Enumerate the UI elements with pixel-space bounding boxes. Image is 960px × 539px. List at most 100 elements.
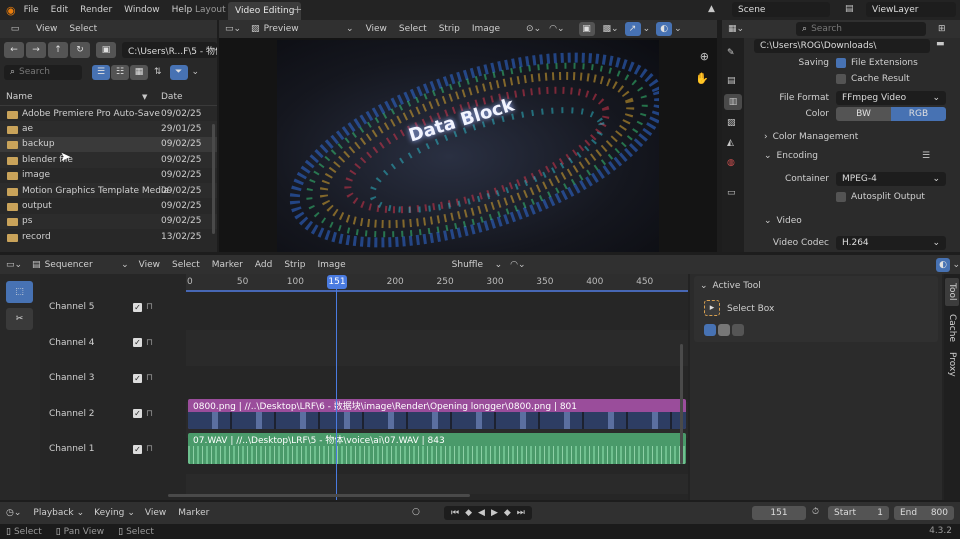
view-layer-tab-icon[interactable]: ▨	[727, 118, 736, 128]
tab-proxy[interactable]: Proxy	[945, 348, 959, 382]
scene-selector[interactable]: Scene	[732, 2, 830, 17]
properties-search-input[interactable]: ⌕ Search	[796, 22, 927, 36]
channel-lock-icon[interactable]: ⊓	[146, 302, 153, 312]
playback-menu[interactable]: Playback ⌄	[33, 508, 84, 518]
scene-icon[interactable]: ▲	[708, 4, 715, 14]
menu-file[interactable]: File	[24, 5, 39, 15]
file-list-item[interactable]: ps 09/02/25	[0, 213, 217, 230]
color-bw-button[interactable]: BW	[836, 107, 891, 121]
channel-lock-icon[interactable]: ⊓	[146, 338, 153, 348]
pan-hand-icon[interactable]: ✋	[695, 72, 709, 85]
record-icon[interactable]: ○	[412, 507, 420, 517]
channel-lock-icon[interactable]: ⊓	[146, 444, 153, 454]
seq-mode-icon[interactable]: ▤	[32, 260, 41, 270]
tool-tab-icon[interactable]: ✎	[727, 48, 735, 58]
viewlayer-icon[interactable]: ▤	[845, 4, 854, 14]
preview-menu-view[interactable]: View	[366, 24, 387, 34]
new-folder-icon[interactable]: ▣	[96, 42, 116, 58]
channel-mute-checkbox-icon[interactable]: ✓	[133, 338, 142, 348]
properties-editor-icon[interactable]: ▦⌄	[728, 24, 744, 34]
preview-mode-icon[interactable]: ▨	[251, 24, 260, 34]
editor-type-icon[interactable]: ▭	[6, 24, 24, 34]
preview-menu-select[interactable]: Select	[399, 24, 427, 34]
horizontal-list-icon[interactable]: ☷	[111, 64, 129, 80]
gizmo-dropdown-icon[interactable]: ⌄	[643, 24, 651, 34]
sort-icon[interactable]: ⇅	[154, 67, 162, 77]
channel-label[interactable]: Channel 2	[49, 409, 95, 419]
display-mode-icon[interactable]: ▩⌄	[603, 24, 619, 34]
select-box-tool-icon[interactable]: ⬚	[6, 281, 33, 303]
playhead-frame-indicator[interactable]: 151	[327, 275, 347, 289]
gizmo-icon[interactable]: ↗	[624, 22, 641, 36]
pin-icon[interactable]: ⊞	[938, 24, 946, 34]
output-tab-icon[interactable]: ▥	[724, 94, 742, 110]
start-frame-field[interactable]: Start 1	[828, 506, 889, 520]
seq-menu-strip[interactable]: Strip	[284, 260, 305, 270]
mode-subtract-icon[interactable]	[732, 324, 744, 336]
stopwatch-icon[interactable]: ⏱	[812, 507, 819, 517]
tab-layout[interactable]: Layout	[195, 5, 226, 15]
sequencer-editor-icon[interactable]: ▭⌄	[225, 24, 241, 34]
folder-browse-icon[interactable]: ▬	[936, 39, 945, 49]
channel-lock-icon[interactable]: ⊓	[146, 373, 153, 383]
mode-extend-icon[interactable]	[718, 324, 730, 336]
autosplit-checkbox[interactable]: Autosplit Output	[836, 192, 925, 202]
horizontal-scrollbar[interactable]	[168, 494, 470, 497]
container-select[interactable]: MPEG-4 ⌄	[836, 172, 946, 186]
vertical-scrollbar[interactable]	[680, 344, 683, 464]
active-tool-panel-header[interactable]: ⌄ Active Tool	[700, 281, 761, 291]
seq-overlay-icon[interactable]: ◐	[935, 257, 951, 272]
seq-menu-add[interactable]: Add	[255, 260, 272, 270]
tab-tool[interactable]: Tool	[945, 278, 959, 306]
seq-overlay-dropdown-icon[interactable]: ⌄	[952, 260, 960, 270]
channel-lock-icon[interactable]: ⊓	[146, 409, 153, 419]
directory-path-input[interactable]: C:\Users\R...F\5 - 物体\	[122, 42, 217, 58]
mode-new-icon[interactable]	[704, 324, 716, 336]
filter-dropdown-icon[interactable]: ⌄	[192, 67, 200, 77]
file-list-item[interactable]: image 09/02/25	[0, 168, 217, 183]
seq-mode-select[interactable]: Sequencer ⌄	[45, 260, 129, 270]
scene-tab-icon[interactable]: ◭	[727, 138, 734, 148]
tab-cache[interactable]: Cache	[945, 310, 959, 344]
thumbnails-icon[interactable]: ▦	[130, 64, 148, 80]
jump-keyframe-back-icon[interactable]: ◆	[465, 508, 472, 518]
render-tab-icon[interactable]: ▤	[727, 76, 736, 86]
pivot-icon[interactable]: ⊙⌄	[526, 24, 541, 34]
snap-icon[interactable]: ◠⌄	[549, 24, 564, 34]
file-format-select[interactable]: FFmpeg Video ⌄	[836, 91, 946, 105]
menu-window[interactable]: Window	[124, 5, 160, 15]
file-list-item[interactable]: Adobe Premiere Pro Auto-Save 09/02/25	[0, 106, 217, 121]
play-reverse-icon[interactable]: ◀	[478, 508, 485, 518]
channel-label[interactable]: Channel 1	[49, 444, 95, 454]
channel-label[interactable]: Channel 5	[49, 302, 95, 312]
menu-edit[interactable]: Edit	[51, 5, 68, 15]
vertical-list-icon[interactable]: ☰	[92, 64, 110, 80]
blade-tool-icon[interactable]: ✂	[6, 308, 33, 330]
sort-descending-icon[interactable]: ▼	[142, 93, 147, 101]
seq-menu-image[interactable]: Image	[317, 260, 345, 270]
tab-video-editing[interactable]: Video Editing	[228, 2, 302, 20]
seq-menu-view[interactable]: View	[139, 260, 160, 270]
menu-help[interactable]: Help	[172, 5, 193, 15]
preview-canvas[interactable]: Data Block	[277, 40, 659, 252]
back-icon[interactable]: ←	[4, 42, 24, 58]
channels-display-icon[interactable]: ▣	[578, 22, 595, 36]
play-icon[interactable]: ▶	[491, 508, 498, 518]
end-frame-field[interactable]: End 800	[894, 506, 954, 520]
jump-start-icon[interactable]: ⏮	[451, 508, 459, 518]
file-list-item[interactable]: ae 29/01/25	[0, 121, 217, 137]
file-list-item[interactable]: output 09/02/25	[0, 198, 217, 213]
preview-mode-select[interactable]: Preview ⌄	[264, 24, 354, 34]
column-date[interactable]: Date	[161, 92, 183, 102]
fb-search-input[interactable]: ⌕ Search	[4, 64, 82, 80]
channel-mute-checkbox-icon[interactable]: ✓	[133, 409, 142, 419]
menu-render[interactable]: Render	[80, 5, 112, 15]
video-panel[interactable]: ⌄ Video	[764, 216, 802, 226]
preview-menu-image[interactable]: Image	[472, 24, 500, 34]
file-extensions-checkbox[interactable]: File Extensions	[836, 58, 918, 68]
jump-end-icon[interactable]: ⏭	[517, 508, 525, 518]
timeline-menu-view[interactable]: View	[145, 508, 166, 518]
refresh-icon[interactable]: ↻	[70, 42, 90, 58]
viewlayer-selector[interactable]: ViewLayer	[866, 2, 956, 17]
overlap-mode-select[interactable]: Shuffle ⌄	[452, 260, 502, 270]
